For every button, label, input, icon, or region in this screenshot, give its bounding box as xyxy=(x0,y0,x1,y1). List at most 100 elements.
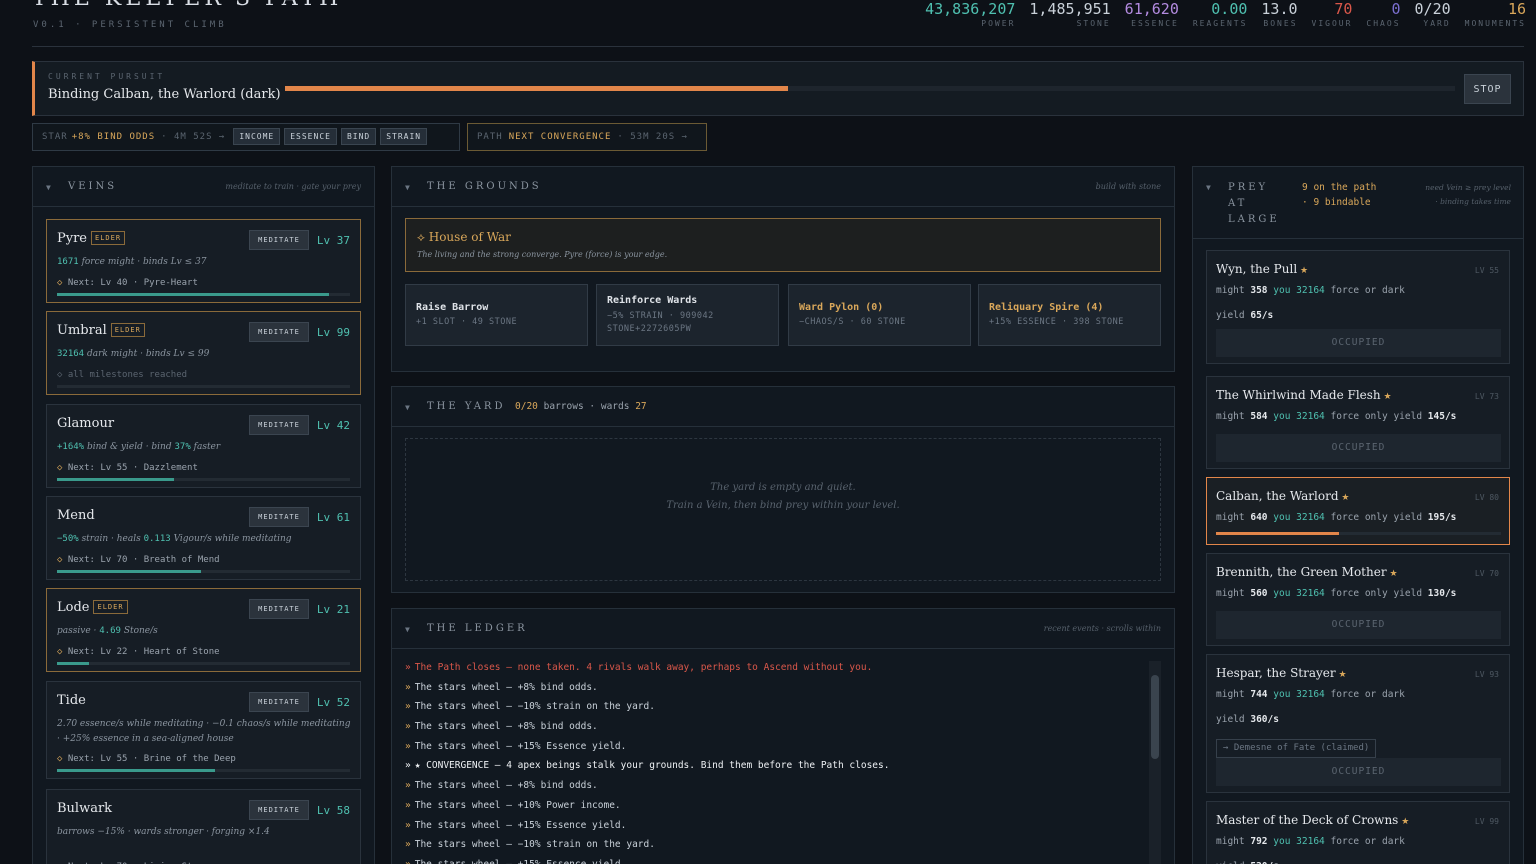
occupied-status: OCCUPIED xyxy=(1216,611,1501,639)
prey-card[interactable]: Master of the Deck of Crowns ★ LV 99 might… xyxy=(1206,801,1510,864)
build-option[interactable]: Reinforce Wards −5% STRAIN · 909042 STONE+… xyxy=(596,284,779,346)
meditate-button[interactable]: MEDITATE xyxy=(249,599,309,619)
collapse-caret-icon[interactable]: ▼ xyxy=(46,183,51,192)
path-value: NEXT CONVERGENCE xyxy=(508,132,612,142)
elder-badge: ELDER xyxy=(110,323,145,337)
vein-stat-value: 4.69 xyxy=(99,626,121,636)
chip-income[interactable]: INCOME xyxy=(233,128,281,145)
prey-name: Hespar, the Strayer ★ xyxy=(1216,666,1347,680)
collapse-caret-icon[interactable]: ▼ xyxy=(405,625,410,634)
yield-value: 195/s xyxy=(1427,512,1457,523)
vein-progress-fill xyxy=(57,570,201,573)
occupied-status: OCCUPIED xyxy=(1216,434,1501,462)
you-value: 32164 xyxy=(1296,512,1325,523)
stat-value: 13.0 xyxy=(1261,0,1298,18)
vein-desc-text: force might · binds Lv ≤ 37 xyxy=(81,257,207,267)
vein-stat-value: +164% xyxy=(57,442,85,452)
build-option[interactable]: Ward Pylon (0) −CHAOS/S · 60 STONE xyxy=(788,284,971,346)
collapse-caret-icon[interactable]: ▼ xyxy=(405,403,410,412)
diamond-icon: ◇ xyxy=(57,370,68,380)
vein-desc-text: bind & yield · bind xyxy=(86,442,172,452)
prey-card[interactable]: Calban, the Warlord ★ LV 80 might 640 you … xyxy=(1206,477,1510,545)
veins-header[interactable]: ▼ VEINS meditate to train · gate your pr… xyxy=(33,167,374,207)
yard-panel: ▼ THE YARD 0/20 barrows · wards 27 The y… xyxy=(391,386,1175,593)
meditate-button[interactable]: MEDITATE xyxy=(249,322,309,342)
yard-wards-label: wards xyxy=(600,401,630,412)
vein-level: Lv 52 xyxy=(316,696,350,709)
build-name: Raise Barrow xyxy=(416,302,489,313)
vein-description: −50% strain · heals 0.113 Vigour/s while… xyxy=(57,532,352,547)
collapse-caret-icon[interactable]: ▼ xyxy=(405,183,410,192)
collapse-caret-icon[interactable]: ▼ xyxy=(1206,183,1211,192)
prey-card[interactable]: Wyn, the Pull ★ LV 55 might 358 you 32164 … xyxy=(1206,250,1510,364)
yield-value: 145/s xyxy=(1427,411,1457,422)
prey-kind: force or dark xyxy=(1330,285,1405,296)
meditate-button[interactable]: MEDITATE xyxy=(249,415,309,435)
prey-level: LV 70 xyxy=(1474,569,1499,578)
ledger-entry: » The stars wheel — +8% bind odds. xyxy=(405,682,1145,702)
vein-stat-value: 37% xyxy=(174,442,191,452)
build-option[interactable]: Reliquary Spire (4) +15% ESSENCE · 398 ST… xyxy=(978,284,1161,346)
might-label: might xyxy=(1216,836,1245,847)
stat-label: REAGENTS xyxy=(1192,19,1248,28)
vein-name-text: Lode xyxy=(57,600,90,615)
chevron-right-icon: » xyxy=(405,839,411,851)
meditate-button[interactable]: MEDITATE xyxy=(249,800,309,820)
ledger-entry-text: The stars wheel — +8% bind odds. xyxy=(414,780,598,792)
vein-description: 32164 dark might · binds Lv ≤ 99 xyxy=(57,347,352,362)
meditate-button[interactable]: MEDITATE xyxy=(249,507,309,527)
stat-label: POWER xyxy=(981,19,1016,28)
prey-name: Calban, the Warlord ★ xyxy=(1216,489,1349,503)
yield-label: yield xyxy=(1216,714,1245,725)
stat-value: 61,620 xyxy=(1124,0,1179,18)
prey-card[interactable]: The Whirlwind Made Flesh ★ LV 73 might 584… xyxy=(1206,376,1510,469)
yield-value: 360/s xyxy=(1250,714,1279,725)
might-value: 584 xyxy=(1250,411,1268,422)
vein-level: Lv 42 xyxy=(316,419,350,432)
ledger-header[interactable]: ▼ THE LEDGER recent events · scrolls wit… xyxy=(392,609,1174,649)
meditate-button[interactable]: MEDITATE xyxy=(249,230,309,250)
pursuit-progress-fill xyxy=(285,86,789,91)
house-name: ⟡ House of War xyxy=(417,230,511,244)
vein-description: passive · 4.69 Stone/s xyxy=(57,624,352,639)
might-label: might xyxy=(1216,285,1245,296)
pursuit-name: Binding Calban, the Warlord (dark) xyxy=(48,87,281,102)
ledger-log[interactable]: » The Path closes — none taken. 4 rivals … xyxy=(405,662,1145,864)
vein-card-pyre: Pyre ELDER MEDITATE Lv 37 1671 force might ·… xyxy=(46,219,361,303)
chip-strain[interactable]: STRAIN xyxy=(380,128,428,145)
chevron-right-icon: » xyxy=(405,859,411,864)
build-cost-line: STONE+2272605PW xyxy=(607,324,692,334)
chip-bind[interactable]: BIND xyxy=(340,128,377,145)
yield-value: 130/s xyxy=(1427,588,1457,599)
ledger-entry: » The stars wheel — −10% strain on the ya… xyxy=(405,701,1145,721)
prey-kind: force only xyxy=(1330,588,1388,599)
build-option[interactable]: Raise Barrow +1 SLOT · 49 STONE xyxy=(405,284,588,346)
yard-header[interactable]: ▼ THE YARD 0/20 barrows · wards 27 xyxy=(392,387,1174,427)
vein-next-text: Next: Lv 55 · Brine of the Deep xyxy=(67,754,236,764)
vein-next-text: Next: Lv 22 · Heart of Stone xyxy=(67,647,220,657)
ledger-scroll-thumb[interactable] xyxy=(1151,675,1159,759)
vein-next-text: Next: Lv 55 · Dazzlement xyxy=(67,463,198,473)
meditate-button[interactable]: MEDITATE xyxy=(249,692,309,712)
prey-card[interactable]: Hespar, the Strayer ★ LV 93 might 744 you … xyxy=(1206,654,1510,793)
chip-essence[interactable]: ESSENCE xyxy=(284,128,337,145)
you-value: 32164 xyxy=(1296,285,1325,296)
might-label: might xyxy=(1216,512,1245,523)
prey-header[interactable]: ▼ PREY AT LARGE 9 on the path · 9 bindab… xyxy=(1193,167,1523,239)
ledger-panel: ▼ THE LEDGER recent events · scrolls wit… xyxy=(391,608,1175,864)
stat-stone: 1,485,951 STONE xyxy=(1029,0,1110,28)
prey-yield: yield 65/s xyxy=(1216,310,1273,321)
grounds-panel: ▼ THE GROUNDS build with stone ⟡ House o… xyxy=(391,166,1175,372)
grounds-header[interactable]: ▼ THE GROUNDS build with stone xyxy=(392,167,1174,207)
prey-stats: might 560 you 32164 force only yield 130… xyxy=(1216,588,1456,599)
prey-card[interactable]: Brennith, the Green Mother ★ LV 70 might 5… xyxy=(1206,553,1510,646)
prey-title: PREY AT LARGE xyxy=(1228,182,1280,225)
ledger-entry: »The stars wheel — +15% Essence yield. xyxy=(405,741,1145,761)
vein-level: Lv 99 xyxy=(316,326,350,339)
star-icon: ★ xyxy=(1380,392,1392,402)
path-timer: · 53M 20S → xyxy=(617,132,688,142)
stop-button[interactable]: STOP xyxy=(1464,74,1511,104)
build-cost-line: +1 SLOT · 49 STONE xyxy=(416,317,518,327)
diamond-icon: ◇ xyxy=(57,278,68,288)
ledger-scrollbar[interactable] xyxy=(1149,661,1161,864)
